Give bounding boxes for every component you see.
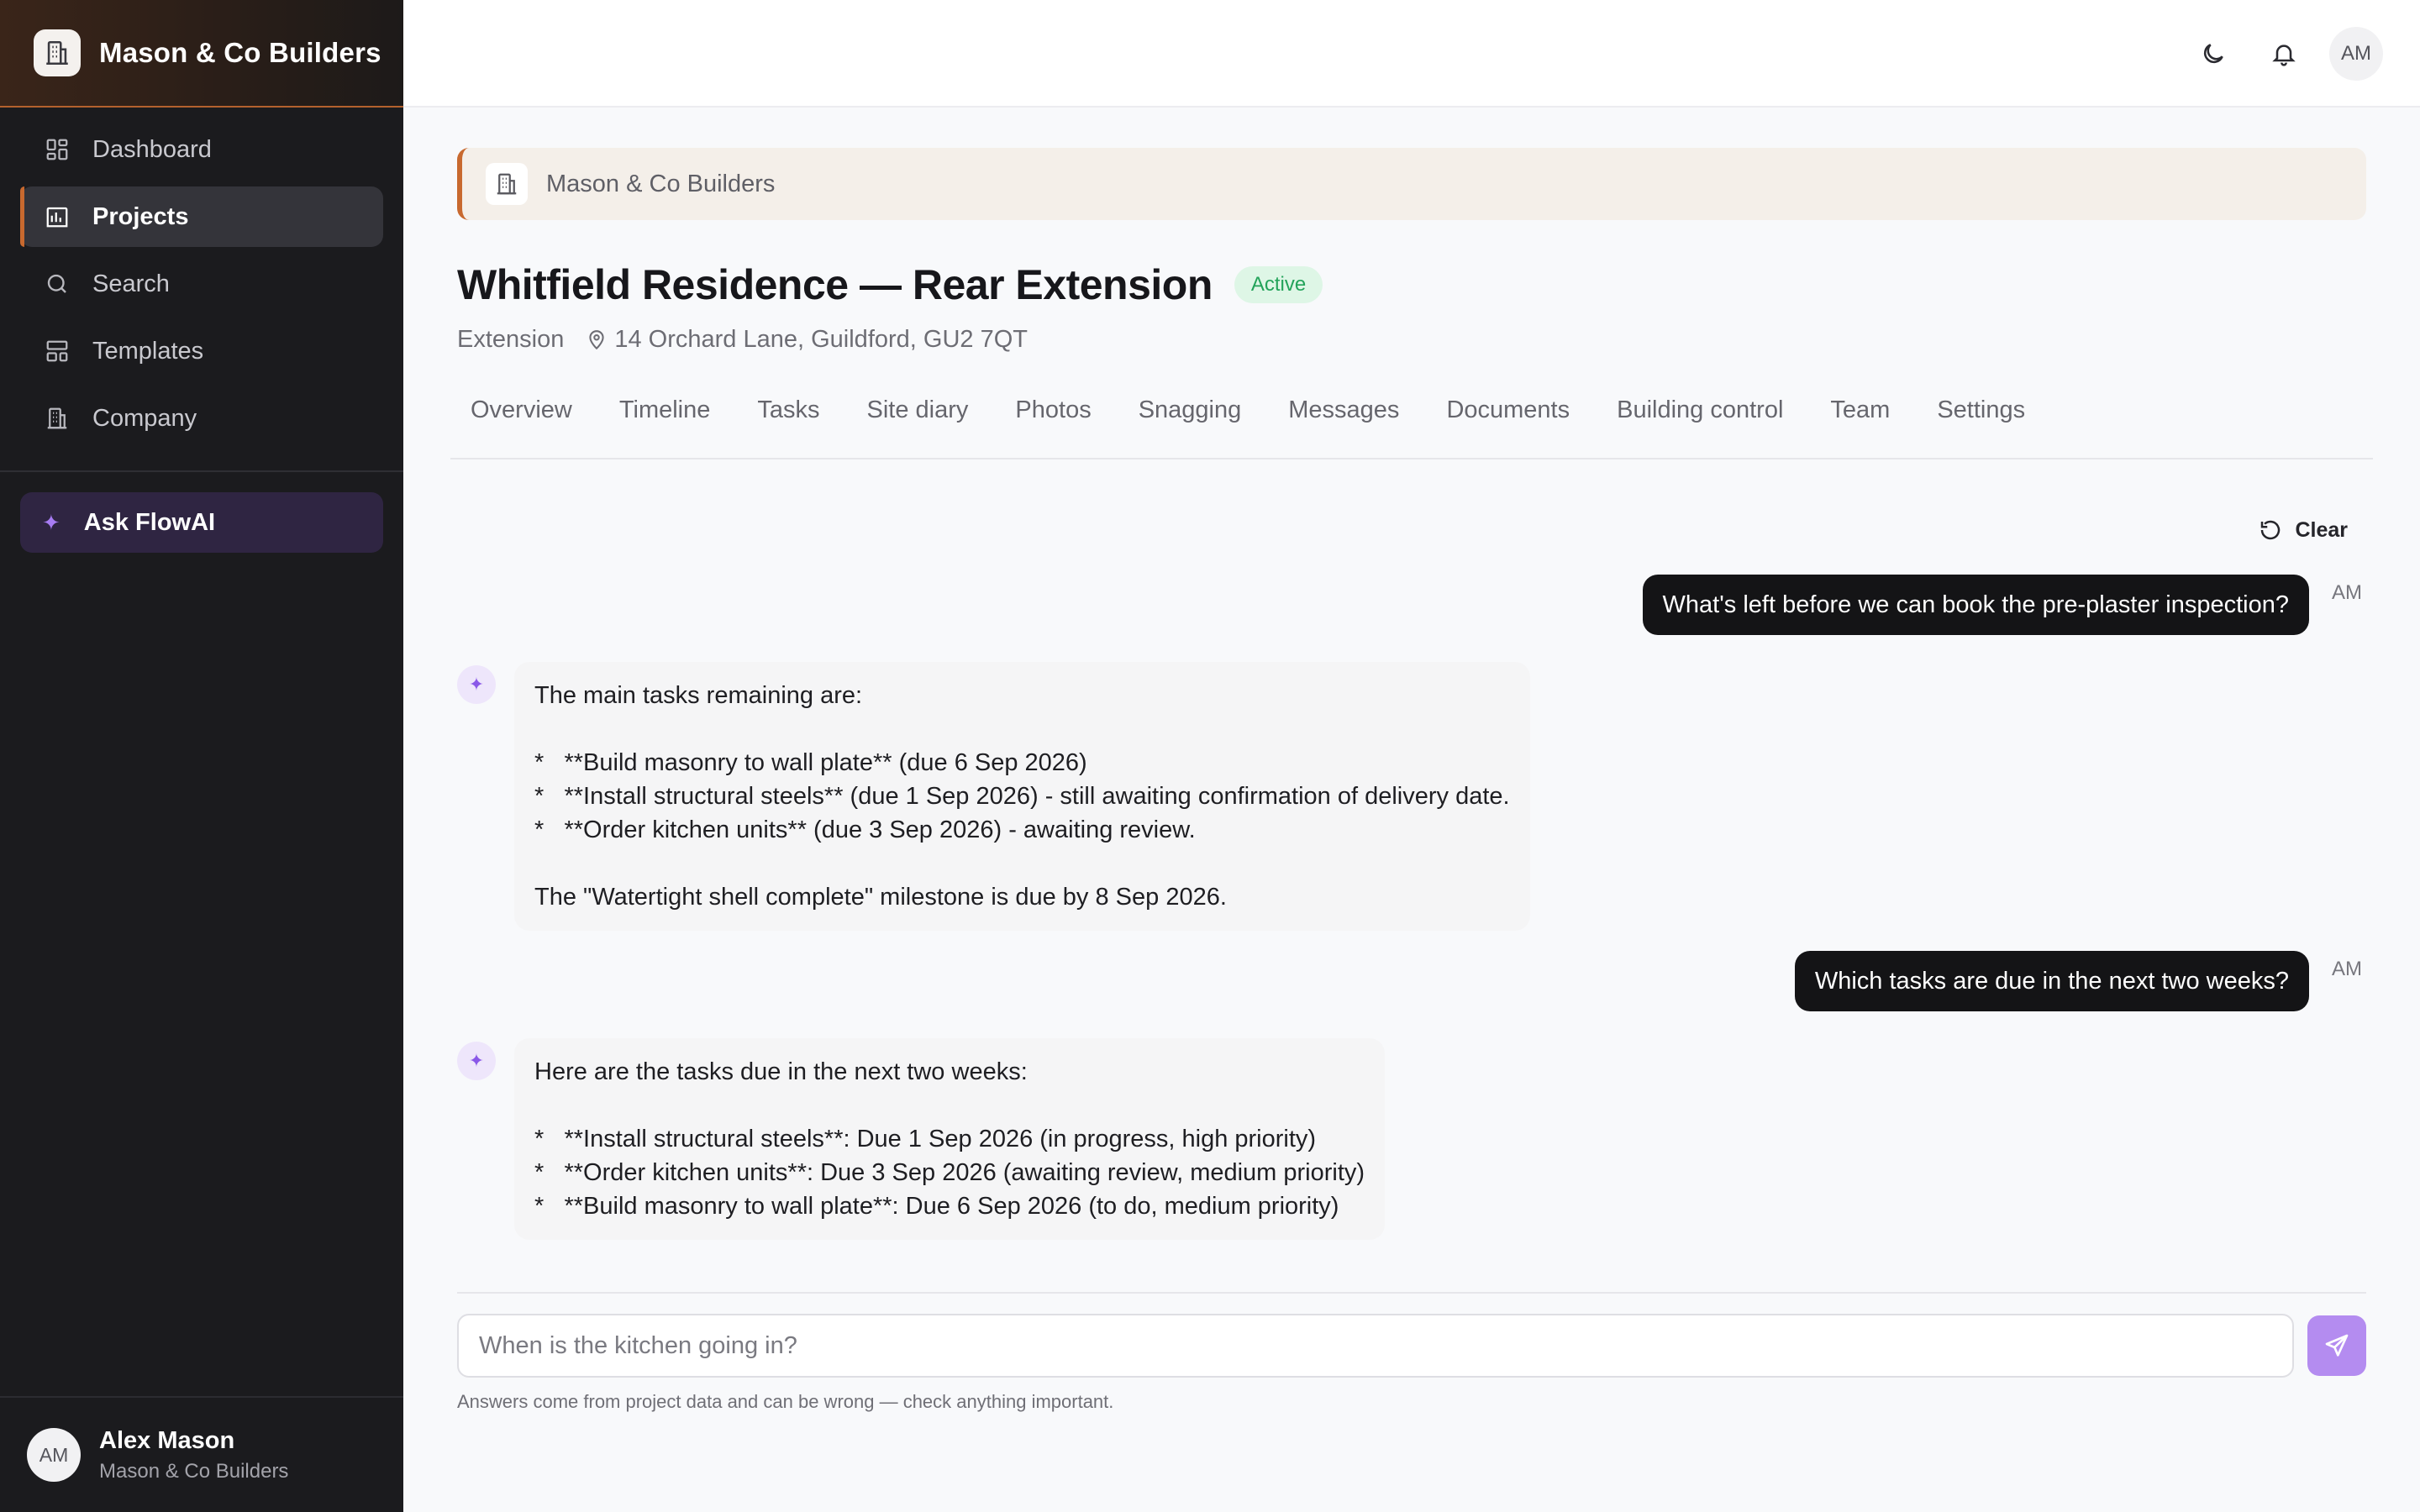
user-message-avatar: AM	[2332, 581, 2362, 604]
chat-input[interactable]	[457, 1314, 2294, 1378]
user-profile[interactable]: AM Alex Mason Mason & Co Builders	[0, 1396, 403, 1512]
user-message: Which tasks are due in the next two week…	[1794, 951, 2309, 1011]
ai-disclaimer: Answers come from project data and can b…	[457, 1391, 1114, 1412]
sidebar-divider	[0, 470, 403, 472]
project-address: 14 Orchard Lane, Guildford, GU2 7QT	[614, 326, 1028, 353]
send-icon	[2325, 1334, 2349, 1357]
brand-name: Mason & Co Builders	[99, 37, 381, 68]
status-badge: Active	[1234, 266, 1323, 303]
dashboard-icon	[44, 136, 71, 163]
project-meta: Extension 14 Orchard Lane, Guildford, GU…	[457, 326, 2366, 354]
sidebar-item-templates[interactable]: Templates	[20, 321, 383, 381]
tab-documents[interactable]: Documents	[1426, 389, 1590, 459]
topbar: AM	[403, 0, 2420, 108]
page-title: Whitfield Residence — Rear Extension	[457, 261, 1213, 308]
clear-chat-button[interactable]: Clear	[2258, 517, 2348, 543]
assistant-message: Here are the tasks due in the next two w…	[514, 1038, 1386, 1240]
tab-overview[interactable]: Overview	[450, 389, 592, 459]
sparkle-icon: ✦	[457, 665, 496, 704]
sidebar: Mason & Co Builders Dashboard Projects S…	[0, 0, 403, 1512]
project-type: Extension	[457, 326, 565, 353]
tab-timeline[interactable]: Timeline	[599, 389, 731, 459]
clear-label: Clear	[2295, 517, 2348, 542]
projects-icon	[44, 203, 71, 230]
user-message-avatar: AM	[2332, 958, 2362, 980]
tab-snagging[interactable]: Snagging	[1118, 389, 1262, 459]
refresh-icon	[2258, 517, 2283, 543]
moon-icon[interactable]	[2188, 29, 2238, 79]
map-pin-icon	[586, 329, 608, 351]
user-message: What's left before we can book the pre-p…	[1642, 575, 2309, 635]
user-name: Alex Mason	[99, 1426, 235, 1454]
avatar[interactable]: AM	[2329, 27, 2383, 81]
user-org: Mason & Co Builders	[99, 1459, 289, 1483]
sparkle-icon: ✦	[42, 509, 60, 535]
bell-icon[interactable]	[2259, 29, 2309, 79]
sidebar-item-label: Company	[92, 404, 197, 432]
tab-messages[interactable]: Messages	[1268, 389, 1419, 459]
company-banner: Mason & Co Builders	[457, 148, 2366, 220]
sidebar-item-label: Dashboard	[92, 135, 212, 163]
templates-icon	[44, 338, 71, 365]
tab-settings[interactable]: Settings	[1917, 389, 2045, 459]
building-icon	[34, 29, 81, 76]
sparkle-icon: ✦	[457, 1042, 496, 1080]
brand-header[interactable]: Mason & Co Builders	[0, 0, 403, 108]
send-button[interactable]	[2307, 1315, 2366, 1376]
building-icon	[486, 163, 528, 205]
tab-photos[interactable]: Photos	[995, 389, 1111, 459]
tab-team[interactable]: Team	[1810, 389, 1910, 459]
sidebar-item-dashboard[interactable]: Dashboard	[20, 119, 383, 180]
composer-divider	[457, 1292, 2366, 1294]
sidebar-item-company[interactable]: Company	[20, 388, 383, 449]
project-tabs: Overview Timeline Tasks Site diary Photo…	[450, 389, 2373, 459]
sidebar-item-projects[interactable]: Projects	[20, 186, 383, 247]
sidebar-item-search[interactable]: Search	[20, 254, 383, 314]
assistant-message: The main tasks remaining are: * **Build …	[514, 662, 1530, 931]
search-icon	[44, 270, 71, 297]
sidebar-item-label: Templates	[92, 337, 204, 365]
company-name: Mason & Co Builders	[546, 170, 776, 197]
main-content: Mason & Co Builders Whitfield Residence …	[450, 108, 2373, 1412]
avatar: AM	[27, 1428, 81, 1482]
ask-flowai-label: Ask FlowAI	[83, 508, 216, 536]
sidebar-item-label: Projects	[92, 202, 189, 230]
tab-site-diary[interactable]: Site diary	[847, 389, 989, 459]
ask-flowai-button[interactable]: ✦ Ask FlowAI	[20, 492, 383, 553]
sidebar-nav: Dashboard Projects Search Templates Comp…	[0, 108, 403, 449]
tab-building-control[interactable]: Building control	[1597, 389, 1803, 459]
company-icon	[44, 405, 71, 432]
tab-tasks[interactable]: Tasks	[737, 389, 839, 459]
sidebar-item-label: Search	[92, 270, 170, 297]
